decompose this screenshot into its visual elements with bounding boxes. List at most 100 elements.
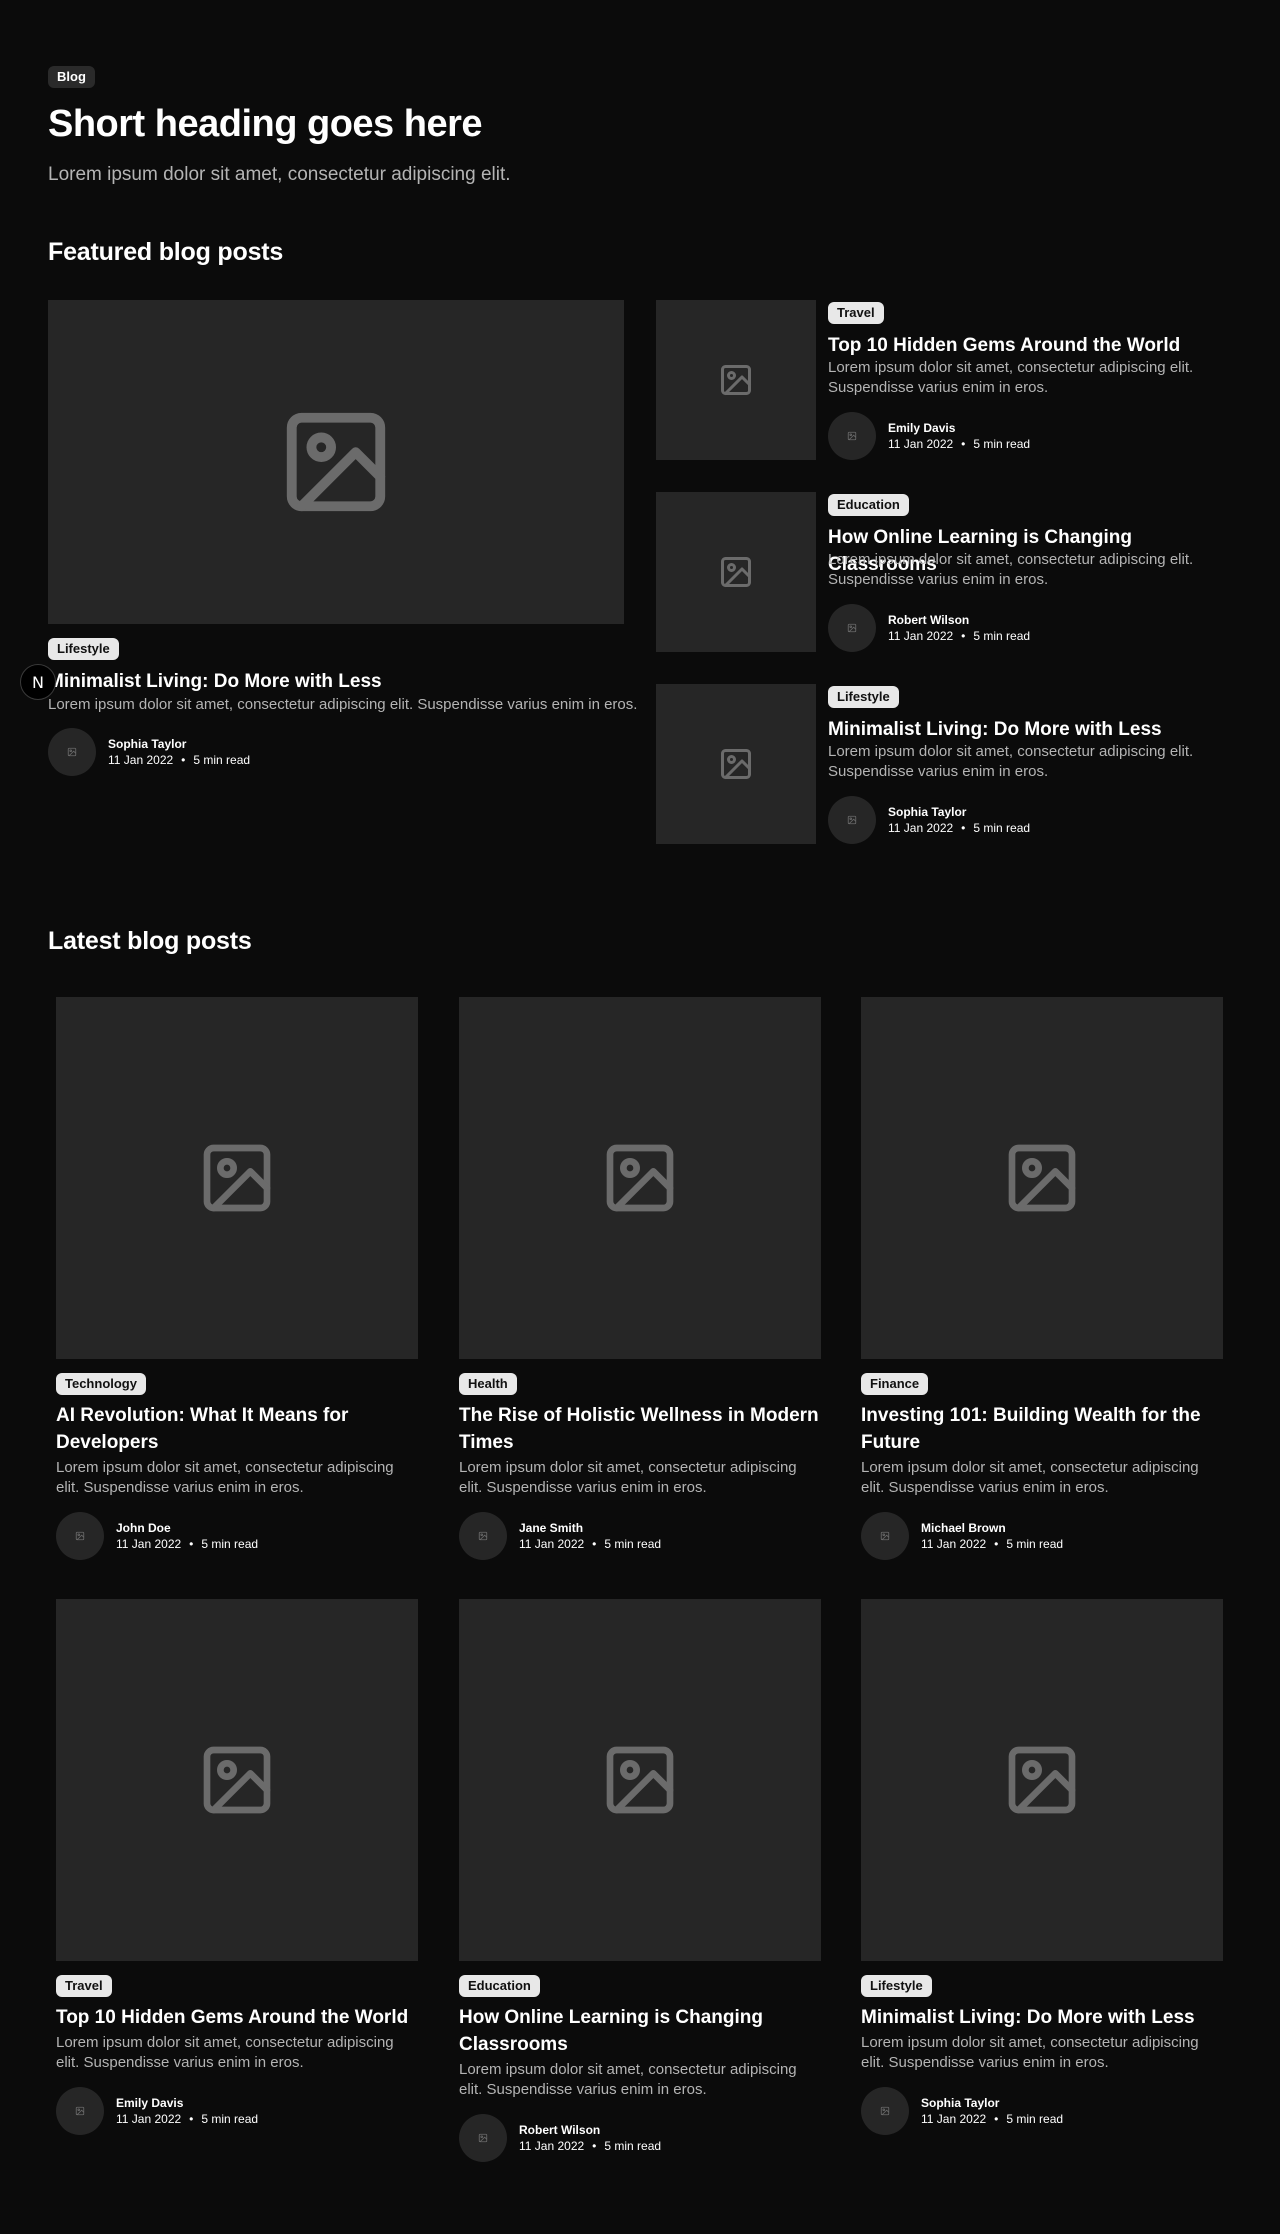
post-image[interactable]	[56, 1599, 418, 1961]
post-description: Lorem ipsum dolor sit amet, consectetur …	[828, 743, 1194, 780]
read-time: 5 min read	[973, 437, 1031, 451]
post-title[interactable]: Minimalist Living: Do More with Less	[861, 2004, 1223, 2031]
avatar	[828, 604, 876, 652]
post-meta: 11 Jan 2022 • 5 min read	[108, 753, 251, 767]
read-time: 5 min read	[973, 629, 1031, 643]
post-title[interactable]: How Online Learning is Changing Classroo…	[459, 2004, 821, 2058]
avatar	[48, 728, 96, 776]
post-meta: 11 Jan 2022 • 5 min read	[888, 437, 1031, 451]
post-title[interactable]: Investing 101: Building Wealth for the F…	[861, 1402, 1223, 1456]
category-badge[interactable]: Travel	[828, 302, 884, 324]
author-name: Emily Davis	[116, 2096, 184, 2110]
avatar-placeholder-icon	[880, 1531, 890, 1541]
page-title: Short heading goes here	[48, 103, 483, 145]
avatar-placeholder-icon	[847, 815, 857, 825]
read-time: 5 min read	[201, 1537, 259, 1551]
post-title[interactable]: Minimalist Living: Do More with Less	[48, 668, 628, 695]
avatar	[828, 796, 876, 844]
post-meta: 11 Jan 2022 • 5 min read	[888, 821, 1031, 835]
post-author: Michael Brown 11 Jan 2022 • 5 min read	[861, 1512, 1223, 1560]
category-badge[interactable]: Health	[459, 1373, 517, 1395]
post-date: 11 Jan 2022	[116, 1537, 182, 1551]
avatar	[861, 2087, 909, 2135]
post-meta: 11 Jan 2022 • 5 min read	[519, 1537, 662, 1551]
post-description: Lorem ipsum dolor sit amet, consectetur …	[56, 2034, 394, 2071]
author-name: John Doe	[116, 1521, 171, 1535]
category-badge[interactable]: Lifestyle	[48, 638, 119, 660]
category-badge[interactable]: Education	[828, 494, 909, 516]
post-description: Lorem ipsum dolor sit amet, consectetur …	[861, 1459, 1199, 1496]
post-title[interactable]: The Rise of Holistic Wellness in Modern …	[459, 1402, 821, 1456]
post-meta: 11 Jan 2022 • 5 min read	[519, 2139, 662, 2153]
avatar	[56, 2087, 104, 2135]
post-date: 11 Jan 2022	[519, 1537, 585, 1551]
post-date: 11 Jan 2022	[888, 821, 954, 835]
post-meta: 11 Jan 2022 • 5 min read	[116, 2112, 259, 2126]
featured-main-image[interactable]	[48, 300, 624, 624]
image-placeholder-icon	[1008, 1144, 1076, 1212]
post-description: Lorem ipsum dolor sit amet, consectetur …	[828, 359, 1194, 396]
post-image[interactable]	[459, 1599, 821, 1961]
page-subtitle: Lorem ipsum dolor sit amet, consectetur …	[48, 164, 511, 185]
category-badge[interactable]: Education	[459, 1975, 540, 1997]
post-description: Lorem ipsum dolor sit amet, consectetur …	[828, 551, 1194, 588]
post-date: 11 Jan 2022	[108, 753, 174, 767]
author-name: Robert Wilson	[888, 613, 970, 627]
post-description: Lorem ipsum dolor sit amet, consectetur …	[861, 2034, 1199, 2071]
category-badge[interactable]: Travel	[56, 1975, 112, 1997]
post-image[interactable]	[656, 684, 816, 844]
author-name: Jane Smith	[519, 1521, 584, 1535]
avatar-placeholder-icon	[67, 747, 77, 757]
post-date: 11 Jan 2022	[921, 1537, 987, 1551]
category-badge[interactable]: Lifestyle	[828, 686, 899, 708]
post-author: Robert Wilson 11 Jan 2022 • 5 min read	[459, 2114, 821, 2162]
avatar	[56, 1512, 104, 1560]
post-author: Emily Davis 11 Jan 2022 • 5 min read	[828, 412, 1030, 460]
avatar-placeholder-icon	[847, 431, 857, 441]
post-author: Sophia Taylor 11 Jan 2022 • 5 min read	[828, 796, 1030, 844]
post-description: Lorem ipsum dolor sit amet, consectetur …	[459, 2061, 797, 2098]
image-placeholder-icon	[721, 557, 751, 587]
post-title[interactable]: Top 10 Hidden Gems Around the World	[56, 2004, 418, 2031]
page-badge: Blog	[48, 66, 95, 88]
avatar-placeholder-icon	[880, 2106, 890, 2116]
image-placeholder-icon	[721, 749, 751, 779]
next-dev-indicator[interactable]: N	[20, 664, 56, 700]
post-date: 11 Jan 2022	[116, 2112, 182, 2126]
post-image[interactable]	[861, 1599, 1223, 1961]
post-author: Emily Davis 11 Jan 2022 • 5 min read	[56, 2087, 418, 2135]
category-badge[interactable]: Finance	[861, 1373, 929, 1395]
post-title[interactable]: Minimalist Living: Do More with Less	[828, 716, 1228, 743]
read-time: 5 min read	[604, 2139, 662, 2153]
post-image[interactable]	[459, 997, 821, 1359]
post-image[interactable]	[861, 997, 1223, 1359]
avatar	[828, 412, 876, 460]
read-time: 5 min read	[973, 821, 1031, 835]
author-name: Sophia Taylor	[108, 737, 187, 751]
featured-section-title: Featured blog posts	[48, 238, 284, 266]
post-description: Lorem ipsum dolor sit amet, consectetur …	[56, 1459, 394, 1496]
post-meta: 11 Jan 2022 • 5 min read	[921, 2112, 1064, 2126]
author-name: Michael Brown	[921, 1521, 1006, 1535]
avatar-placeholder-icon	[847, 623, 857, 633]
category-badge[interactable]: Technology	[56, 1373, 146, 1395]
post-meta: 11 Jan 2022 • 5 min read	[888, 629, 1031, 643]
latest-section-title: Latest blog posts	[48, 927, 252, 955]
read-time: 5 min read	[604, 1537, 662, 1551]
post-date: 11 Jan 2022	[921, 2112, 987, 2126]
post-image[interactable]	[656, 492, 816, 652]
avatar	[861, 1512, 909, 1560]
post-meta: 11 Jan 2022 • 5 min read	[116, 1537, 259, 1551]
read-time: 5 min read	[193, 753, 251, 767]
post-image[interactable]	[56, 997, 418, 1359]
avatar-placeholder-icon	[478, 2133, 488, 2143]
post-title[interactable]: AI Revolution: What It Means for Develop…	[56, 1402, 418, 1456]
read-time: 5 min read	[1006, 2112, 1064, 2126]
category-badge[interactable]: Lifestyle	[861, 1975, 932, 1997]
avatar	[459, 2114, 507, 2162]
post-date: 11 Jan 2022	[888, 629, 954, 643]
post-image[interactable]	[656, 300, 816, 460]
post-description: Lorem ipsum dolor sit amet, consectetur …	[459, 1459, 797, 1496]
post-meta: 11 Jan 2022 • 5 min read	[921, 1537, 1064, 1551]
post-title[interactable]: Top 10 Hidden Gems Around the World	[828, 332, 1228, 359]
